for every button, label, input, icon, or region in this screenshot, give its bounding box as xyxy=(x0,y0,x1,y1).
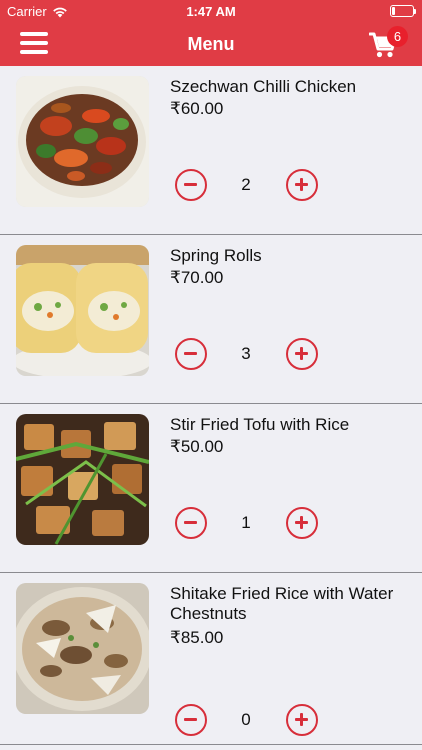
shitake-fried-rice-photo xyxy=(16,583,149,714)
decrease-quantity-button[interactable] xyxy=(175,704,207,736)
quantity-stepper: 0 xyxy=(175,704,318,736)
quantity-value: 2 xyxy=(241,175,251,194)
spring-rolls-photo xyxy=(16,245,149,376)
increase-quantity-button[interactable] xyxy=(286,704,318,736)
item-name: Shitake Fried Rice with Water Chestnuts xyxy=(170,584,394,623)
item-price: ₹70.00 xyxy=(170,268,224,287)
item-price: ₹60.00 xyxy=(170,99,224,118)
quantity-stepper: 1 xyxy=(175,507,318,539)
quantity-stepper: 3 xyxy=(175,338,318,370)
decrease-quantity-button[interactable] xyxy=(175,507,207,539)
app-screen: Carrier 1:47 AM Menu 6 Szechwan Chilli C… xyxy=(0,0,422,750)
menu-item-row: Szechwan Chilli Chicken ₹60.00 2 xyxy=(0,66,422,235)
increase-quantity-button[interactable] xyxy=(286,507,318,539)
increase-quantity-button[interactable] xyxy=(286,169,318,201)
menu-list: Szechwan Chilli Chicken ₹60.00 2 Spring … xyxy=(0,66,422,745)
item-name: Spring Rolls xyxy=(170,246,262,265)
quantity-value: 1 xyxy=(241,513,251,532)
item-name: Stir Fried Tofu with Rice xyxy=(170,415,350,434)
item-price: ₹50.00 xyxy=(170,437,224,456)
navigation-bar: Menu 6 xyxy=(0,22,422,66)
menu-item-row: Shitake Fried Rice with Water Chestnuts … xyxy=(0,573,422,745)
quantity-value: 3 xyxy=(241,344,251,363)
item-price: ₹85.00 xyxy=(170,628,224,647)
szechwan-chilli-chicken-photo xyxy=(16,76,149,207)
cart-count-badge: 6 xyxy=(387,26,408,47)
clock: 1:47 AM xyxy=(186,4,236,19)
page-title: Menu xyxy=(187,34,235,54)
item-name: Szechwan Chilli Chicken xyxy=(170,77,357,96)
cart-button[interactable]: 6 xyxy=(366,26,416,62)
decrease-quantity-button[interactable] xyxy=(175,338,207,370)
decrease-quantity-button[interactable] xyxy=(175,169,207,201)
stir-fried-tofu-photo xyxy=(16,414,149,545)
increase-quantity-button[interactable] xyxy=(286,338,318,370)
battery-icon xyxy=(390,5,416,17)
menu-item-row: Stir Fried Tofu with Rice ₹50.00 1 xyxy=(0,404,422,573)
status-bar: Carrier 1:47 AM xyxy=(0,0,422,22)
quantity-value: 0 xyxy=(241,710,251,729)
header: Carrier 1:47 AM Menu 6 xyxy=(0,0,422,66)
menu-item-row: Spring Rolls ₹70.00 3 xyxy=(0,235,422,404)
quantity-stepper: 2 xyxy=(175,169,318,201)
